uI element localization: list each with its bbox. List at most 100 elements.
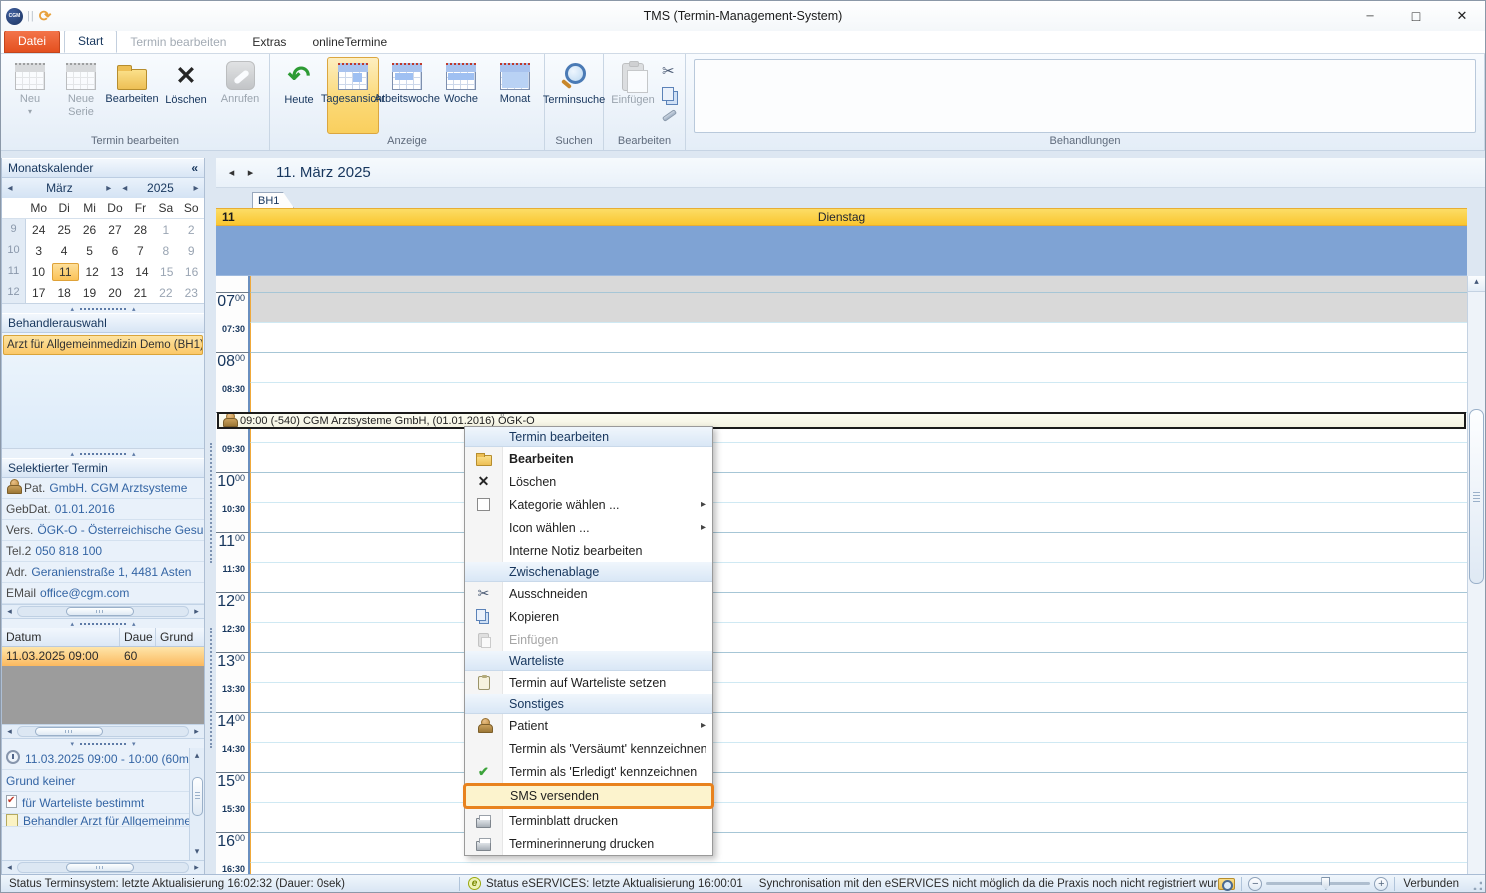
ribbon-button-tagesansicht[interactable]: Tagesansicht <box>327 57 379 134</box>
panel-splitter[interactable] <box>2 619 204 628</box>
day-cell[interactable]: 4 <box>51 244 76 258</box>
time-slot[interactable] <box>250 352 1467 382</box>
day-cell[interactable]: 6 <box>102 244 127 258</box>
day-cell[interactable]: 12 <box>80 265 105 279</box>
day-cell[interactable]: 18 <box>51 286 76 300</box>
time-slot[interactable] <box>250 742 1467 772</box>
vertical-scrollbar[interactable] <box>189 748 204 860</box>
menu-item-einfügen[interactable]: Einfügen <box>465 628 712 651</box>
day-cell[interactable]: 27 <box>102 223 127 237</box>
scroll-down-icon[interactable] <box>195 846 200 858</box>
time-slot[interactable] <box>250 442 1467 472</box>
column-dauer[interactable]: Daue <box>120 628 156 646</box>
zoom-out-button[interactable] <box>1248 877 1262 891</box>
scroll-right-icon[interactable] <box>191 726 202 737</box>
menu-item-löschen[interactable]: Löschen <box>465 470 712 493</box>
ribbon-button-löschen[interactable]: Löschen <box>160 57 212 134</box>
ribbon-button-einfügen[interactable]: Einfügen <box>607 57 659 134</box>
scroll-left-icon[interactable] <box>4 862 15 873</box>
prev-year-icon[interactable] <box>117 183 133 194</box>
next-day-icon[interactable] <box>245 166 256 179</box>
menu-item-termin-als-versäumt-kennzeichnen[interactable]: Termin als 'Versäumt' kennzeichnen <box>465 737 712 760</box>
menu-item-ausschneiden[interactable]: Ausschneiden <box>465 582 712 605</box>
panel-splitter[interactable] <box>2 739 204 748</box>
close-button[interactable] <box>1439 2 1485 30</box>
folder-search-icon[interactable] <box>1218 878 1235 890</box>
day-cell[interactable]: 3 <box>26 244 51 258</box>
appointment-0900[interactable]: 09:00 (-540) CGM Arztsysteme GmbH, (01.0… <box>217 412 1466 429</box>
scroll-up-icon[interactable] <box>195 750 200 762</box>
time-slot[interactable] <box>250 622 1467 652</box>
menu-item-terminblatt-drucken[interactable]: Terminblatt drucken <box>465 809 712 832</box>
day-cell[interactable]: 25 <box>51 223 76 237</box>
scrollbar-thumb[interactable] <box>192 777 203 816</box>
tab-termin-bearbeiten[interactable]: Termin bearbeiten <box>117 32 239 53</box>
minimize-button[interactable] <box>1347 2 1393 30</box>
scroll-right-icon[interactable] <box>191 606 202 617</box>
sidebar-splitter[interactable] <box>205 158 216 876</box>
menu-item-bearbeiten[interactable]: Bearbeiten <box>465 447 712 470</box>
scrollbar-thumb[interactable] <box>35 727 103 736</box>
collapse-sidebar-icon[interactable] <box>191 161 198 175</box>
copy-icon[interactable] <box>662 87 674 101</box>
day-cell-selected[interactable]: 11 <box>52 263 79 281</box>
horizontal-scrollbar[interactable] <box>2 724 204 739</box>
tab-online-termine[interactable]: onlineTermine <box>299 32 400 53</box>
day-cell[interactable]: 26 <box>77 223 102 237</box>
ribbon-button-terminsuche[interactable]: Terminsuche <box>548 57 600 134</box>
scroll-left-icon[interactable] <box>4 606 15 617</box>
day-cell[interactable]: 16 <box>179 265 204 279</box>
format-brush-icon[interactable] <box>662 109 677 122</box>
day-cell[interactable]: 2 <box>179 223 204 237</box>
vertical-scrollbar[interactable] <box>1467 276 1485 876</box>
day-cell[interactable]: 10 <box>26 265 51 279</box>
horizontal-scrollbar[interactable] <box>2 604 204 619</box>
time-slot[interactable] <box>250 322 1467 352</box>
day-cell[interactable]: 21 <box>128 286 153 300</box>
day-cell[interactable]: 13 <box>105 265 130 279</box>
day-cell[interactable]: 19 <box>77 286 102 300</box>
tab-bh1[interactable]: BH1 <box>252 192 294 208</box>
time-slot[interactable] <box>250 276 1467 292</box>
time-slot[interactable] <box>250 772 1467 802</box>
day-cell[interactable]: 17 <box>26 286 51 300</box>
scroll-up-icon[interactable] <box>1468 276 1485 292</box>
time-slot[interactable] <box>250 682 1467 712</box>
table-row-selected[interactable]: 11.03.2025 09:00 60 <box>2 647 204 666</box>
time-slot[interactable] <box>250 802 1467 832</box>
time-slot[interactable] <box>250 292 1467 322</box>
scrollbar-thumb[interactable] <box>1469 409 1484 584</box>
ribbon-button-anrufen[interactable]: Anrufen <box>214 57 266 134</box>
next-month-icon[interactable] <box>101 183 117 194</box>
time-slot[interactable] <box>250 532 1467 562</box>
column-grund[interactable]: Grund <box>156 628 204 646</box>
time-slot[interactable] <box>250 712 1467 742</box>
scroll-left-icon[interactable] <box>4 726 15 737</box>
tab-extras[interactable]: Extras <box>239 32 299 53</box>
maximize-button[interactable] <box>1393 2 1439 30</box>
day-cell[interactable]: 24 <box>26 223 51 237</box>
time-slot[interactable] <box>250 382 1467 412</box>
menu-item-interne-notiz-bearbeiten[interactable]: Interne Notiz bearbeiten <box>465 539 712 562</box>
zoom-slider[interactable] <box>1266 882 1370 885</box>
day-cell[interactable]: 7 <box>128 244 153 258</box>
scroll-right-icon[interactable] <box>191 862 202 873</box>
dropdown-arrow-icon[interactable] <box>28 107 32 116</box>
menu-item-patient[interactable]: Patient <box>465 714 712 737</box>
ribbon-button-neu[interactable]: Neu <box>4 57 56 134</box>
ribbon-button-heute[interactable]: Heute <box>273 57 325 134</box>
time-slot[interactable] <box>250 562 1467 592</box>
day-cell[interactable]: 5 <box>77 244 102 258</box>
resize-grip[interactable] <box>1469 877 1483 891</box>
menu-item-kategorie-wählen[interactable]: Kategorie wählen ... <box>465 493 712 516</box>
day-cell[interactable]: 1 <box>153 223 178 237</box>
cut-icon[interactable] <box>662 62 677 80</box>
zoom-in-button[interactable] <box>1374 877 1388 891</box>
prev-month-icon[interactable] <box>2 183 18 194</box>
ribbon-button-arbeitswoche[interactable]: Arbeitswoche <box>381 57 433 134</box>
menu-item-sms-versenden[interactable]: SMS versenden <box>463 783 714 809</box>
day-cell[interactable]: 15 <box>154 265 179 279</box>
scrollbar-thumb[interactable] <box>66 863 134 872</box>
tab-start[interactable]: Start <box>64 30 117 53</box>
next-year-icon[interactable] <box>188 183 204 194</box>
